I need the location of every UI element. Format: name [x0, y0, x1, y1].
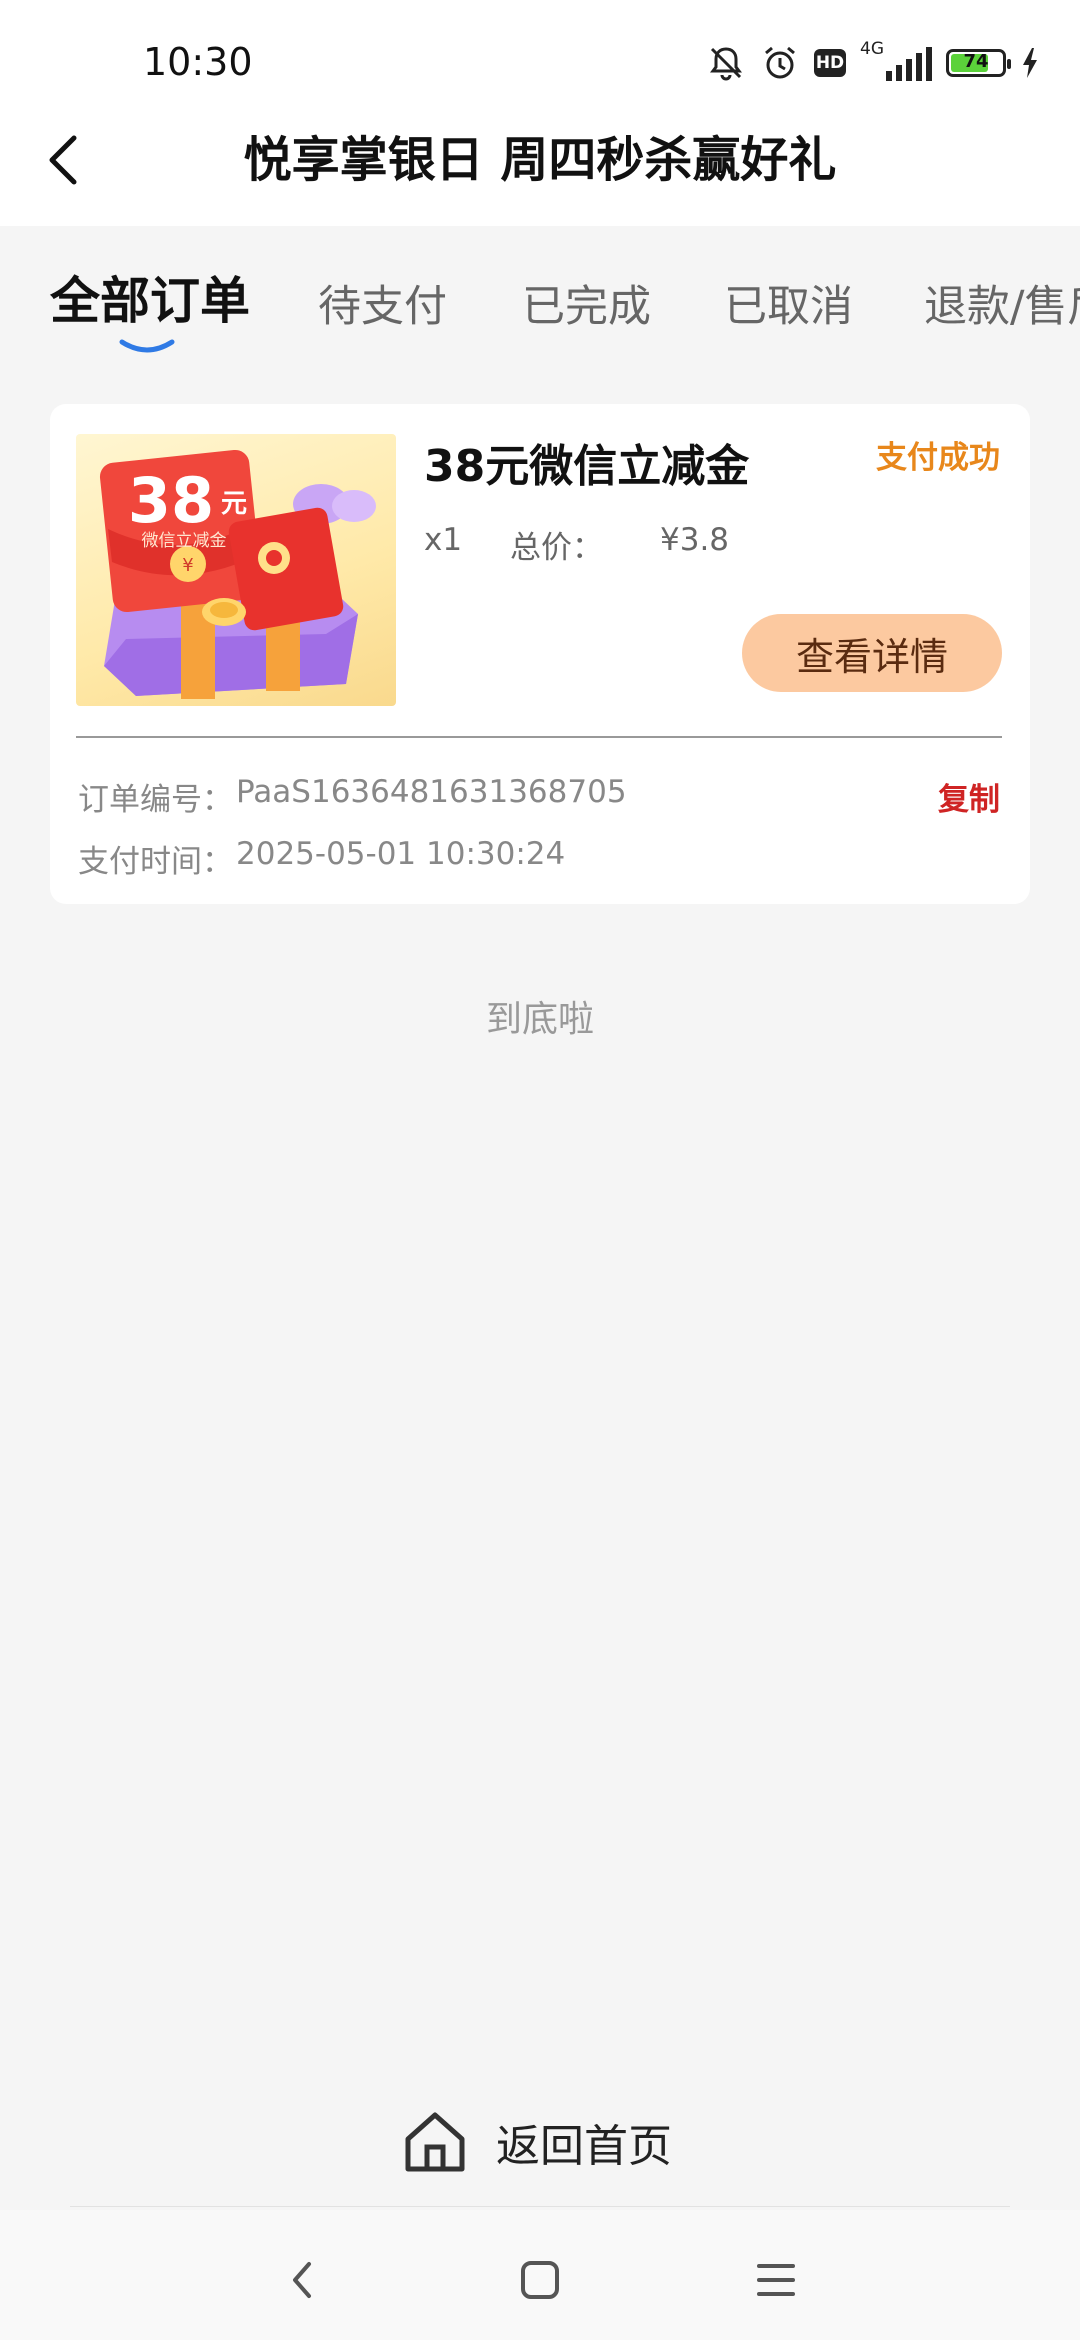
- order-card[interactable]: ¥ 38 元 微信立减金 38元微信立减金 支付成功 x1 总价： ¥3.8 查…: [50, 404, 1030, 904]
- thumbnail-caption: 微信立减金: [142, 531, 227, 551]
- tab-active-indicator: [119, 339, 175, 353]
- total-price-label: 总价：: [510, 530, 603, 566]
- chevron-left-icon: [49, 135, 77, 185]
- thumbnail-amount: 38: [128, 464, 214, 537]
- product-title: 38元微信立减金: [424, 441, 750, 492]
- status-badge: 支付成功: [876, 440, 1000, 476]
- system-nav-bar: [0, 2210, 1080, 2340]
- nav-menu-icon: [757, 2264, 795, 2296]
- pay-time-label: 支付时间：: [78, 844, 233, 880]
- svg-text:¥: ¥: [182, 555, 193, 576]
- thumbnail-unit: 元: [221, 489, 247, 519]
- page-title: 悦享掌银日 周四秒杀赢好礼: [243, 132, 837, 188]
- home-icon: [405, 2112, 465, 2172]
- nav-back-icon: [293, 2262, 311, 2298]
- pay-time-value: 2025-05-01 10:30:24: [236, 836, 566, 872]
- order-number-label: 订单编号：: [78, 782, 233, 818]
- charging-icon: [1020, 46, 1040, 80]
- nav-menu-button[interactable]: [736, 2240, 816, 2320]
- view-details-button[interactable]: 查看详情: [742, 614, 1002, 692]
- tab-pending-payment[interactable]: 待支付: [318, 276, 447, 338]
- status-time: 10:30: [143, 40, 253, 84]
- tab-cancelled[interactable]: 已取消: [724, 276, 853, 338]
- return-home-label: 返回首页: [496, 2121, 672, 2172]
- nav-home-button[interactable]: [500, 2240, 580, 2320]
- tab-all-orders[interactable]: 全部订单: [50, 270, 250, 332]
- header-background: [0, 0, 1080, 226]
- signal-icon: 4G: [860, 39, 932, 81]
- alarm-icon: [760, 43, 800, 83]
- hd-icon: HD: [814, 49, 846, 77]
- total-price-value: ¥3.8: [660, 522, 730, 558]
- nav-back-button[interactable]: [262, 2240, 342, 2320]
- end-of-list-hint: 到底啦: [485, 999, 594, 1040]
- order-quantity: x1: [424, 522, 463, 558]
- tab-refund[interactable]: 退款/售后: [924, 276, 1080, 338]
- copy-button[interactable]: 复制: [938, 774, 1000, 819]
- tab-completed[interactable]: 已完成: [522, 276, 651, 338]
- battery-text: 74: [963, 51, 989, 72]
- status-icons: HD 4G 74: [706, 38, 1040, 88]
- home-separator: [70, 2206, 1010, 2207]
- network-type: 4G: [860, 39, 884, 59]
- battery-icon: 74: [946, 49, 1011, 77]
- card-divider: [76, 736, 1002, 738]
- bell-muted-icon: [706, 43, 746, 83]
- product-thumbnail: ¥ 38 元 微信立减金: [76, 434, 396, 706]
- back-button[interactable]: [38, 128, 90, 192]
- return-home-button[interactable]: 返回首页: [400, 2092, 672, 2192]
- order-number-value: PaaS1636481631368705: [236, 774, 627, 810]
- nav-home-icon: [521, 2261, 559, 2299]
